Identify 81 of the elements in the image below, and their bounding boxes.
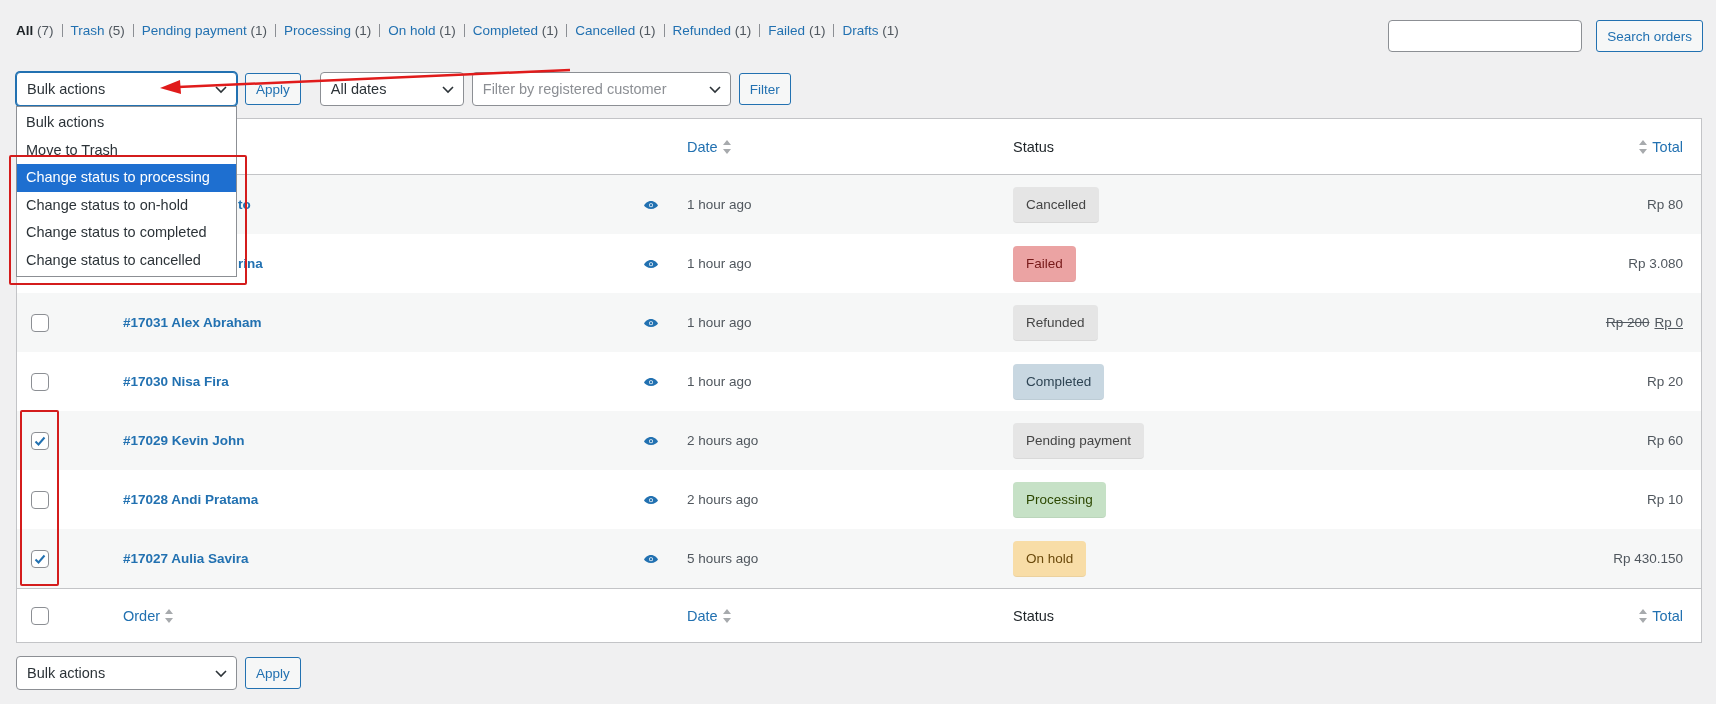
order-total: Rp 80 xyxy=(1646,197,1683,212)
status-filter-link[interactable]: Refunded (1) xyxy=(672,23,752,38)
total-column-header[interactable]: Total xyxy=(1652,138,1683,155)
status-filter-link[interactable]: Trash (5) xyxy=(70,23,125,38)
order-total: Rp 0 xyxy=(1654,315,1683,330)
status-filter-link[interactable]: Drafts (1) xyxy=(842,23,899,38)
menu-option[interactable]: Change status to completed xyxy=(17,219,236,247)
status-filter-link[interactable]: Cancelled (1) xyxy=(575,23,656,38)
row-checkbox[interactable] xyxy=(31,431,49,450)
order-link[interactable]: #17030 Nisa Fira xyxy=(123,374,229,389)
order-date: 1 hour ago xyxy=(687,197,752,212)
eye-icon[interactable] xyxy=(643,199,659,210)
select-all-checkbox[interactable] xyxy=(31,606,49,625)
chevron-icon xyxy=(441,86,454,94)
date-column-header[interactable]: Date xyxy=(687,138,718,155)
date-column-header[interactable]: Date xyxy=(687,607,718,624)
order-total: Rp 430.150 xyxy=(1613,551,1683,566)
menu-option[interactable]: Change status to processing xyxy=(17,164,236,192)
chevron-icon xyxy=(708,86,721,94)
chevron-icon xyxy=(215,86,227,94)
menu-option[interactable]: Change status to cancelled xyxy=(17,246,236,274)
status-badge: Processing xyxy=(1013,481,1106,518)
eye-icon[interactable] xyxy=(643,317,659,328)
search-field[interactable] xyxy=(1388,20,1583,52)
menu-option[interactable]: Change status to on-hold xyxy=(17,191,236,219)
apply-button[interactable]: Apply xyxy=(245,657,301,689)
order-link[interactable]: #17031 Alex Abraham xyxy=(123,315,262,330)
order-link[interactable]: #17029 Kevin John xyxy=(123,433,245,448)
status-badge: Failed xyxy=(1013,245,1076,282)
order-total: Rp 20 xyxy=(1646,374,1683,389)
order-total: Rp 10 xyxy=(1646,492,1683,507)
row-checkbox[interactable] xyxy=(31,490,49,509)
eye-icon[interactable] xyxy=(643,376,659,387)
menu-option[interactable]: Bulk actions xyxy=(17,109,236,137)
status-badge: On hold xyxy=(1013,540,1087,577)
search-orders-button[interactable]: Search orders xyxy=(1596,20,1703,52)
order-date: 2 hours ago xyxy=(687,492,759,507)
bulk-actions-select[interactable]: Bulk actions xyxy=(16,656,237,690)
status-badge: Pending payment xyxy=(1013,422,1145,459)
order-date: 2 hours ago xyxy=(687,433,759,448)
dates-select[interactable]: All dates xyxy=(319,72,464,106)
status-badge: Cancelled xyxy=(1013,186,1100,223)
row-checkbox[interactable] xyxy=(31,313,49,332)
order-total: Rp 3.080 xyxy=(1628,256,1683,271)
order-link[interactable]: #17027 Aulia Savira xyxy=(123,551,249,566)
status-column-header: Status xyxy=(1013,138,1055,155)
order-date: 1 hour ago xyxy=(687,315,752,330)
sort-icon xyxy=(165,608,174,623)
sort-icon xyxy=(1639,608,1648,623)
order-date: 1 hour ago xyxy=(687,374,752,389)
status-filter-link[interactable]: On hold (1) xyxy=(388,23,456,38)
status-badge: Completed xyxy=(1013,363,1105,400)
eye-icon[interactable] xyxy=(643,553,659,564)
order-link[interactable]: #17028 Andi Pratama xyxy=(123,492,259,507)
sort-icon xyxy=(722,608,731,623)
order-date: 5 hours ago xyxy=(687,551,759,566)
apply-button[interactable]: Apply xyxy=(245,73,301,105)
status-filter-link[interactable]: All (7) xyxy=(16,23,54,38)
eye-icon[interactable] xyxy=(643,494,659,505)
status-filter-link[interactable]: Processing (1) xyxy=(284,23,372,38)
eye-icon[interactable] xyxy=(643,258,659,269)
sort-icon xyxy=(722,139,731,154)
original-total: Rp 200 xyxy=(1605,315,1650,330)
status-filter-link[interactable]: Failed (1) xyxy=(768,23,826,38)
eye-icon[interactable] xyxy=(643,435,659,446)
status-column-header: Status xyxy=(1013,607,1055,624)
bulk-actions-select[interactable]: Bulk actions xyxy=(16,72,237,106)
menu-option[interactable]: Move to Trash xyxy=(17,136,236,164)
order-total: Rp 60 xyxy=(1646,433,1683,448)
chevron-icon xyxy=(215,670,227,678)
status-filter-link[interactable]: Pending payment (1) xyxy=(141,23,268,38)
filter-button[interactable]: Filter xyxy=(738,73,791,105)
row-checkbox[interactable] xyxy=(31,372,49,391)
row-checkbox[interactable] xyxy=(31,549,49,568)
status-filter-link[interactable]: Completed (1) xyxy=(472,23,559,38)
sort-icon xyxy=(1639,139,1648,154)
order-column-header[interactable]: Order xyxy=(123,607,161,624)
total-column-header[interactable]: Total xyxy=(1652,607,1683,624)
status-badge: Refunded xyxy=(1013,304,1098,341)
order-date: 1 hour ago xyxy=(687,256,752,271)
customer-select[interactable]: Filter by registered customer xyxy=(471,72,731,106)
